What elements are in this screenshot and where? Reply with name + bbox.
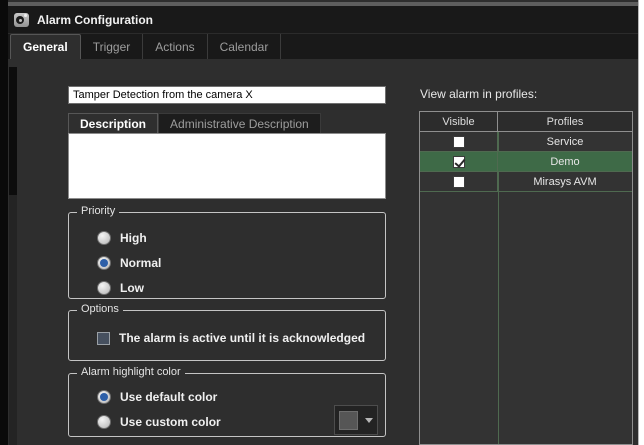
radio-low-label: Low (120, 281, 144, 295)
gear-icon (14, 13, 29, 27)
default-color-label: Use default color (120, 390, 217, 404)
window-left-border (0, 0, 8, 445)
description-textarea[interactable] (68, 133, 386, 199)
left-panel-strip (9, 67, 17, 195)
acknowledge-label: The alarm is active until it is acknowle… (119, 331, 365, 345)
tab-description[interactable]: Description (68, 113, 158, 133)
profile-name: Demo (498, 152, 632, 171)
color-swatch (339, 411, 358, 430)
radio-low[interactable] (97, 281, 111, 295)
custom-color-label: Use custom color (120, 415, 221, 429)
profile-name: Mirasys AVM (498, 172, 632, 191)
radio-high[interactable] (97, 231, 111, 245)
profiles-table-body: Service Demo Mirasys AVM (420, 132, 632, 444)
acknowledge-option[interactable]: The alarm is active until it is acknowle… (97, 330, 365, 346)
priority-high-option[interactable]: High (97, 230, 147, 246)
radio-high-label: High (120, 231, 147, 245)
radio-normal[interactable] (97, 256, 111, 270)
visible-cell (420, 172, 498, 191)
gear-dot (24, 14, 27, 17)
visible-checkbox[interactable] (453, 176, 465, 188)
tab-calendar[interactable]: Calendar (208, 34, 282, 59)
custom-color-option[interactable]: Use custom color (97, 414, 221, 430)
radio-default-color[interactable] (97, 390, 111, 404)
column-header-visible[interactable]: Visible (420, 112, 498, 131)
custom-color-dropdown[interactable] (334, 405, 378, 435)
screenshot-stage: Alarm Configuration General Trigger Acti… (0, 0, 644, 445)
general-tab-content: Description Administrative Description P… (8, 59, 638, 445)
profiles-table: Visible Profiles Service Demo M (419, 111, 633, 445)
radio-custom-color[interactable] (97, 415, 111, 429)
table-row-service[interactable]: Service (420, 132, 632, 152)
visible-cell (420, 132, 498, 151)
priority-normal-option[interactable]: Normal (97, 255, 161, 271)
window-titlebar[interactable]: Alarm Configuration (8, 6, 638, 33)
priority-low-option[interactable]: Low (97, 280, 144, 296)
priority-group: Priority High Normal Low (68, 212, 386, 299)
options-group: Options The alarm is active until it is … (68, 310, 386, 361)
profiles-panel-label: View alarm in profiles: (420, 87, 537, 101)
table-row-mirasys-avm[interactable]: Mirasys AVM (420, 172, 632, 192)
alarm-highlight-color-group: Alarm highlight color Use default color … (68, 373, 386, 437)
visible-checkbox[interactable] (453, 136, 465, 148)
alarm-name-input[interactable] (68, 86, 386, 104)
tab-general[interactable]: General (10, 34, 81, 59)
window-title: Alarm Configuration (37, 13, 153, 27)
tab-administrative-description[interactable]: Administrative Description (158, 113, 321, 133)
chevron-down-icon (365, 418, 373, 423)
column-header-profiles[interactable]: Profiles (498, 112, 632, 131)
profile-name: Service (498, 132, 632, 151)
visible-cell (420, 152, 498, 171)
tab-trigger[interactable]: Trigger (81, 34, 144, 59)
profiles-table-header: Visible Profiles (420, 112, 632, 132)
left-panel-strip-tail (9, 195, 17, 445)
visible-checkbox[interactable] (453, 156, 465, 168)
table-row-demo[interactable]: Demo (420, 152, 632, 172)
options-legend: Options (77, 303, 123, 315)
tab-actions[interactable]: Actions (143, 34, 207, 59)
radio-normal-label: Normal (120, 256, 161, 270)
alarm-highlight-color-legend: Alarm highlight color (77, 366, 185, 378)
alarm-configuration-window: Alarm Configuration General Trigger Acti… (0, 0, 639, 445)
description-tabbar: Description Administrative Description (68, 113, 321, 133)
priority-legend: Priority (77, 205, 119, 217)
default-color-option[interactable]: Use default color (97, 389, 217, 405)
acknowledge-checkbox[interactable] (97, 332, 110, 345)
main-tabbar: General Trigger Actions Calendar (8, 33, 638, 59)
